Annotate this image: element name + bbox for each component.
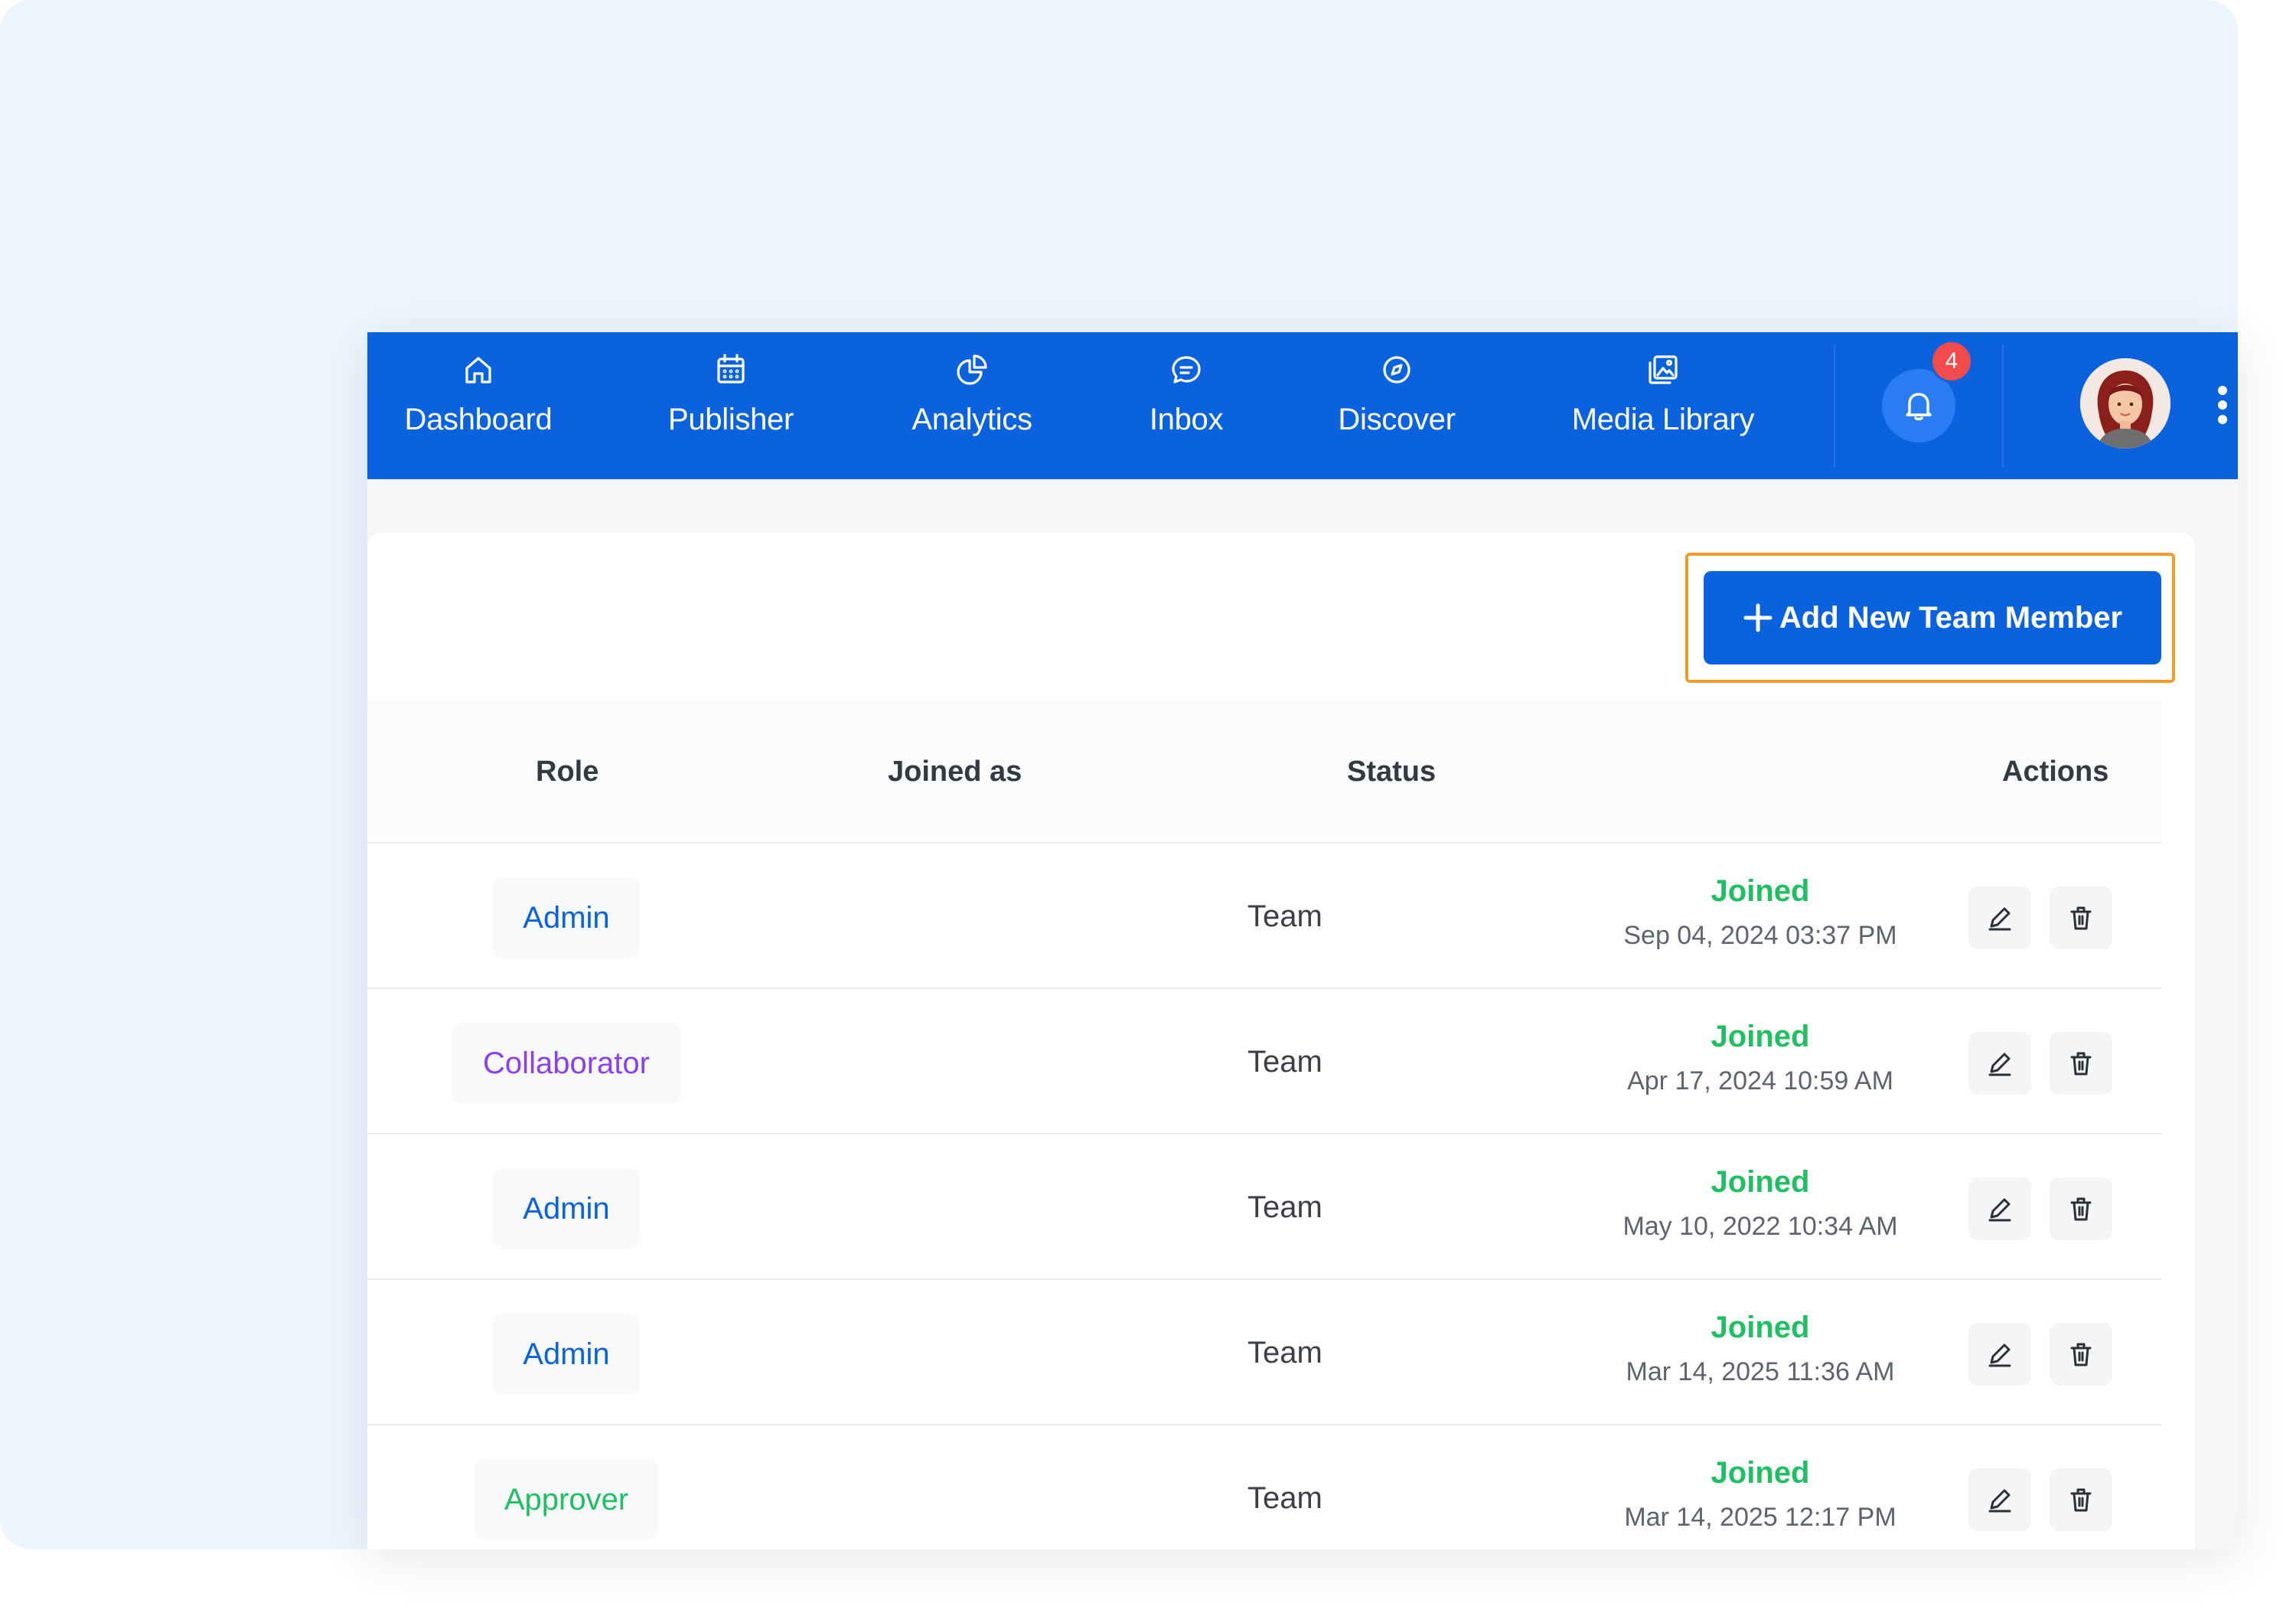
role-badge: Approver <box>475 1459 658 1540</box>
table-row: Collaborator Team Joined Apr 17, 2024 10… <box>367 989 2161 1134</box>
pencil-icon <box>1988 1198 2011 1222</box>
column-header-status: Status <box>1347 755 1437 788</box>
column-header-actions: Actions <box>2002 755 2109 788</box>
table-row: Admin Team Joined Sep 04, 2024 03:37 PM <box>367 844 2161 989</box>
table-header: Role Joined as Status Actions <box>367 700 2161 844</box>
nav-label-discover: Discover <box>1338 403 1456 436</box>
delete-button[interactable] <box>2050 1177 2112 1240</box>
trash-icon <box>2070 1197 2092 1221</box>
page: Dashboard Publisher Analytics Inbox Disc… <box>0 0 2296 1616</box>
calendar-icon <box>712 351 750 389</box>
role-badge: Admin <box>493 877 640 958</box>
nav-label-inbox: Inbox <box>1149 403 1224 436</box>
edit-button[interactable] <box>1968 1323 2031 1386</box>
pie-chart-icon <box>953 351 991 389</box>
home-icon <box>459 351 497 389</box>
nav-item-discover[interactable]: Discover <box>1301 332 1492 479</box>
add-new-team-member-label: Add New Team Member <box>1779 600 2123 635</box>
table-row: Admin Team Joined May 10, 2022 10:34 AM <box>367 1134 2161 1280</box>
joined-as-cell: Team <box>1247 1481 1322 1515</box>
app-window: Dashboard Publisher Analytics Inbox Disc… <box>367 332 2238 1549</box>
delete-button[interactable] <box>2050 886 2112 949</box>
notification-count-badge: 4 <box>1930 340 1973 383</box>
pencil-icon <box>1988 1053 2011 1076</box>
trash-icon <box>2070 906 2092 930</box>
pencil-icon <box>1988 1489 2011 1513</box>
add-button-highlight: Add New Team Member <box>1685 553 2175 683</box>
pencil-icon <box>1988 1343 2011 1367</box>
nav-label-publisher: Publisher <box>667 403 794 436</box>
role-badge: Admin <box>493 1168 640 1249</box>
nav-item-inbox[interactable]: Inbox <box>1071 332 1301 479</box>
more-options-icon[interactable] <box>2216 386 2229 424</box>
plus-icon <box>1743 602 1773 633</box>
delete-button[interactable] <box>2050 1323 2112 1386</box>
trash-icon <box>2070 1343 2092 1366</box>
joined-as-cell: Team <box>1247 1190 1322 1224</box>
column-header-joined-as: Joined as <box>888 755 1022 788</box>
add-new-team-member-button[interactable]: Add New Team Member <box>1704 571 2161 664</box>
edit-button[interactable] <box>1968 1468 2031 1531</box>
delete-button[interactable] <box>2050 1468 2112 1531</box>
edit-button[interactable] <box>1968 886 2031 949</box>
edit-button[interactable] <box>1968 1032 2031 1095</box>
nav-item-analytics[interactable]: Analytics <box>872 332 1071 479</box>
nav-item-dashboard[interactable]: Dashboard <box>367 332 589 479</box>
table-row: Approver Team Joined Mar 14, 2025 12:17 … <box>367 1425 2161 1549</box>
pencil-icon <box>1988 907 2011 931</box>
joined-as-cell: Team <box>1247 1044 1322 1079</box>
table-row: Admin Team Joined Mar 14, 2025 11:36 AM <box>367 1280 2161 1425</box>
column-header-role: Role <box>536 755 599 788</box>
trash-icon <box>2070 1488 2092 1512</box>
avatar[interactable] <box>2080 358 2170 449</box>
nav-item-media-library[interactable]: Media Library <box>1492 332 1834 479</box>
notifications[interactable]: 4 <box>1835 332 2002 479</box>
image-gallery-icon <box>1644 351 1682 389</box>
role-badge: Collaborator <box>452 1023 681 1104</box>
joined-as-cell: Team <box>1247 899 1322 933</box>
top-navigation-bar: Dashboard Publisher Analytics Inbox Disc… <box>367 332 2238 479</box>
user-menu <box>2004 332 2238 479</box>
role-badge: Admin <box>493 1314 640 1395</box>
nav-label-dashboard: Dashboard <box>404 403 553 436</box>
edit-button[interactable] <box>1968 1177 2031 1240</box>
chat-icon <box>1167 351 1205 389</box>
delete-button[interactable] <box>2050 1032 2112 1095</box>
nav-item-publisher[interactable]: Publisher <box>589 332 872 479</box>
nav-label-media-library: Media Library <box>1571 403 1755 436</box>
nav-label-analytics: Analytics <box>912 403 1032 436</box>
joined-as-cell: Team <box>1247 1335 1322 1370</box>
team-members-panel: Add New Team Member Role Joined as Statu… <box>367 533 2195 1549</box>
compass-icon <box>1378 351 1416 389</box>
trash-icon <box>2070 1052 2092 1076</box>
